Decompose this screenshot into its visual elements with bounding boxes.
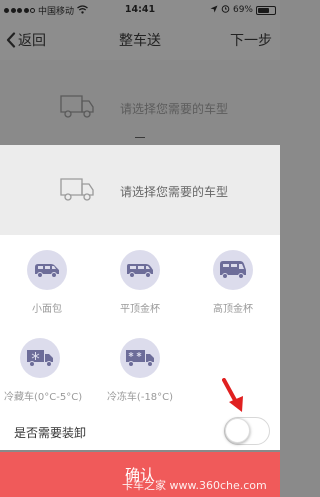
red-arrow-annotation	[222, 378, 243, 412]
freezer-truck-icon	[126, 350, 154, 367]
vehicle-option-flat-roof-van[interactable]: 平顶金杯	[105, 250, 175, 315]
vehicle-option-label: 冷冻车(-18°C)	[106, 392, 174, 403]
vehicle-type-prompt: 请选择您需要的车型	[120, 185, 229, 199]
vehicle-option-high-roof-van[interactable]: 高顶金杯	[198, 250, 268, 315]
flat-roof-van-icon	[127, 264, 153, 278]
vehicle-option-refrigerated-truck[interactable]: 冷藏车(0°C-5°C)	[4, 338, 83, 403]
status-bar: 中国移动 14:41 69%	[0, 0, 280, 20]
vehicle-option-minivan[interactable]: 小面包	[12, 250, 82, 315]
background-vehicle-selector: 请选择您需要的车型	[0, 60, 280, 145]
battery-icon	[256, 5, 276, 15]
vehicle-option-label: 冷藏车(0°C-5°C)	[4, 392, 83, 403]
vehicle-option-label: 小面包	[32, 304, 62, 315]
battery-percent: 69%	[232, 5, 253, 15]
vehicle-type-sheet: 小面包 平顶金杯 高顶金杯 冷藏车(0°C-5°C) 冷冻车(-18°C) 是否…	[0, 235, 280, 450]
refrigerated-truck-icon	[27, 350, 53, 367]
minivan-icon	[35, 264, 59, 278]
next-step-button[interactable]: 下一步	[230, 30, 272, 50]
high-roof-van-icon	[220, 261, 246, 279]
divider	[135, 137, 145, 138]
vehicle-option-label: 高顶金杯	[213, 304, 253, 315]
truck-outline-icon	[60, 178, 94, 201]
truck-outline-icon	[60, 95, 94, 118]
background-prompt: 请选择您需要的车型	[120, 102, 229, 116]
vehicle-type-header[interactable]: 请选择您需要的车型	[0, 145, 280, 235]
toggle-knob	[225, 418, 250, 443]
location-arrow-icon	[210, 5, 218, 16]
watermark: 卡车之家 www.360che.com	[122, 479, 267, 492]
vehicle-option-label: 平顶金杯	[120, 304, 160, 315]
unload-service-row: 是否需要装卸	[0, 417, 280, 447]
alarm-clock-icon	[221, 4, 230, 16]
navigation-bar: 返回 整车送 下一步	[0, 20, 280, 60]
unload-service-toggle[interactable]	[224, 417, 270, 445]
vehicle-option-freezer-truck[interactable]: 冷冻车(-18°C)	[102, 338, 178, 403]
unload-service-label: 是否需要装卸	[14, 426, 87, 440]
